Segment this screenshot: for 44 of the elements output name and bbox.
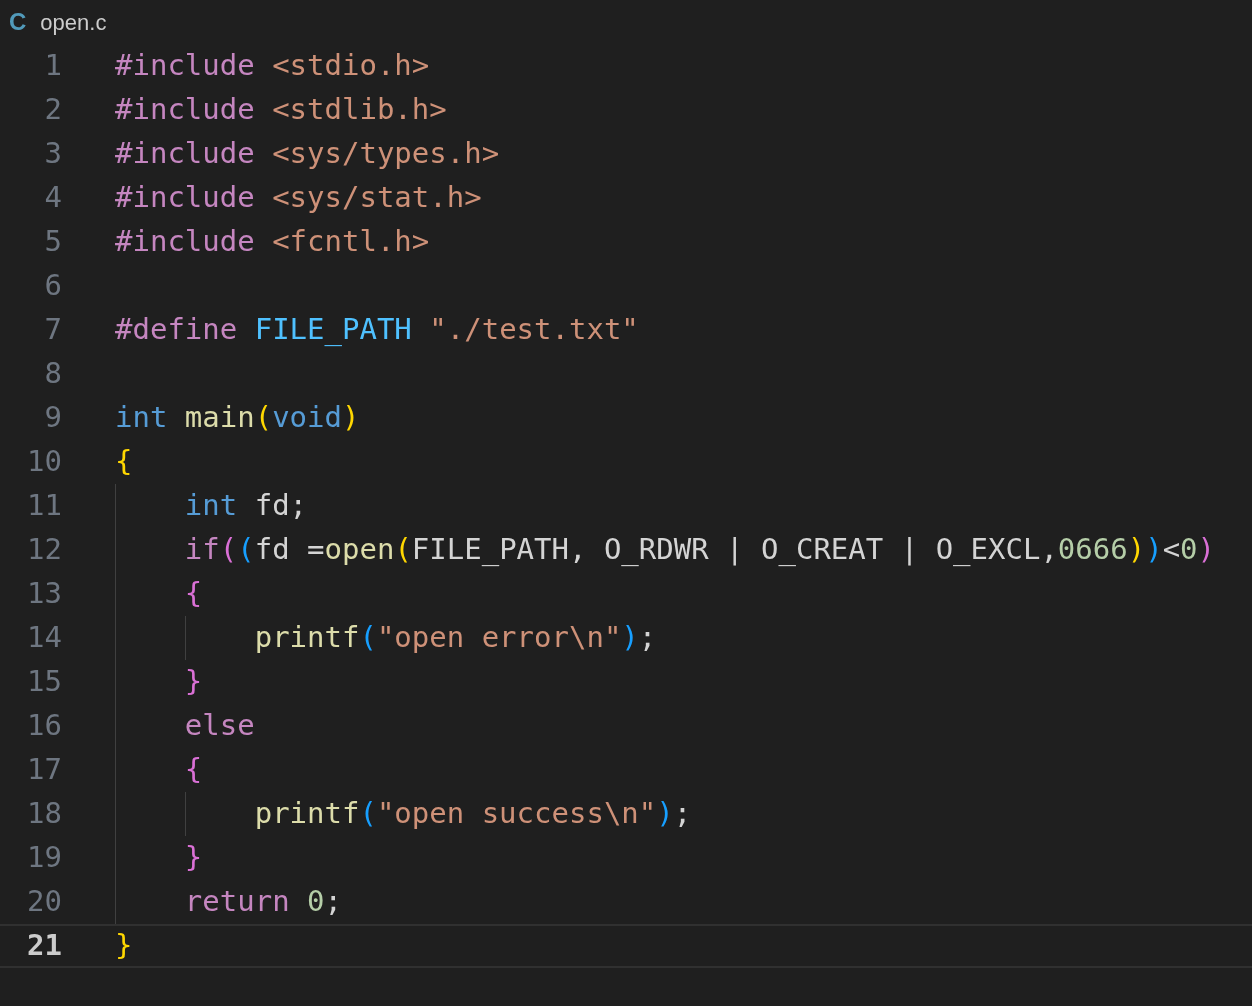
code-line: #include <stdio.h> [115, 47, 430, 85]
line-number: 1 [43, 47, 62, 85]
c-file-icon: C [9, 4, 27, 40]
line-number: 21 [26, 927, 62, 965]
code-line: { [184, 575, 203, 613]
line-number: 3 [43, 135, 62, 173]
line-number: 11 [26, 487, 62, 525]
code-line: #define FILE_PATH "./test.txt" [115, 311, 639, 349]
code-line: } [115, 927, 133, 965]
code-line: #include <sys/stat.h> [115, 179, 482, 217]
line-number: 19 [26, 839, 62, 877]
line-number: 9 [43, 399, 62, 437]
code-line: #include <sys/types.h> [115, 135, 500, 173]
line-number: 10 [26, 443, 62, 481]
code-line: else [184, 707, 255, 745]
indent-guide [184, 616, 186, 660]
line-number: 2 [43, 91, 62, 129]
indent-guide [184, 792, 186, 836]
code-line: printf("open success\n"); [254, 795, 692, 833]
code-line: } [184, 839, 203, 877]
line-number: 17 [26, 751, 62, 789]
line-number: 8 [43, 355, 62, 393]
code-line: if((fd =open(FILE_PATH, O_RDWR | O_CREAT | O_EXCL,0666))<0) [184, 531, 1216, 569]
line-number: 12 [26, 531, 62, 569]
line-number: 13 [26, 575, 62, 613]
file-tab-title[interactable]: open.c [40, 5, 107, 39]
code-line: #include <fcntl.h> [115, 223, 430, 261]
line-number: 5 [43, 223, 62, 261]
line-number: 15 [26, 663, 62, 701]
code-line: } [184, 663, 203, 701]
code-line: return 0; [184, 883, 342, 921]
line-number: 7 [43, 311, 62, 349]
code-line: printf("open error\n"); [254, 619, 657, 657]
line-number: 4 [43, 179, 62, 217]
code-line: { [184, 751, 203, 789]
line-number: 6 [43, 267, 62, 305]
line-number: 16 [26, 707, 62, 745]
code-line: int main(void) [115, 399, 360, 437]
code-line: int fd; [184, 487, 308, 525]
line-number: 14 [26, 619, 62, 657]
line-number: 18 [26, 795, 62, 833]
code-line: { [115, 443, 133, 481]
code-line: #include <stdlib.h> [115, 91, 447, 129]
line-number: 20 [26, 883, 62, 921]
